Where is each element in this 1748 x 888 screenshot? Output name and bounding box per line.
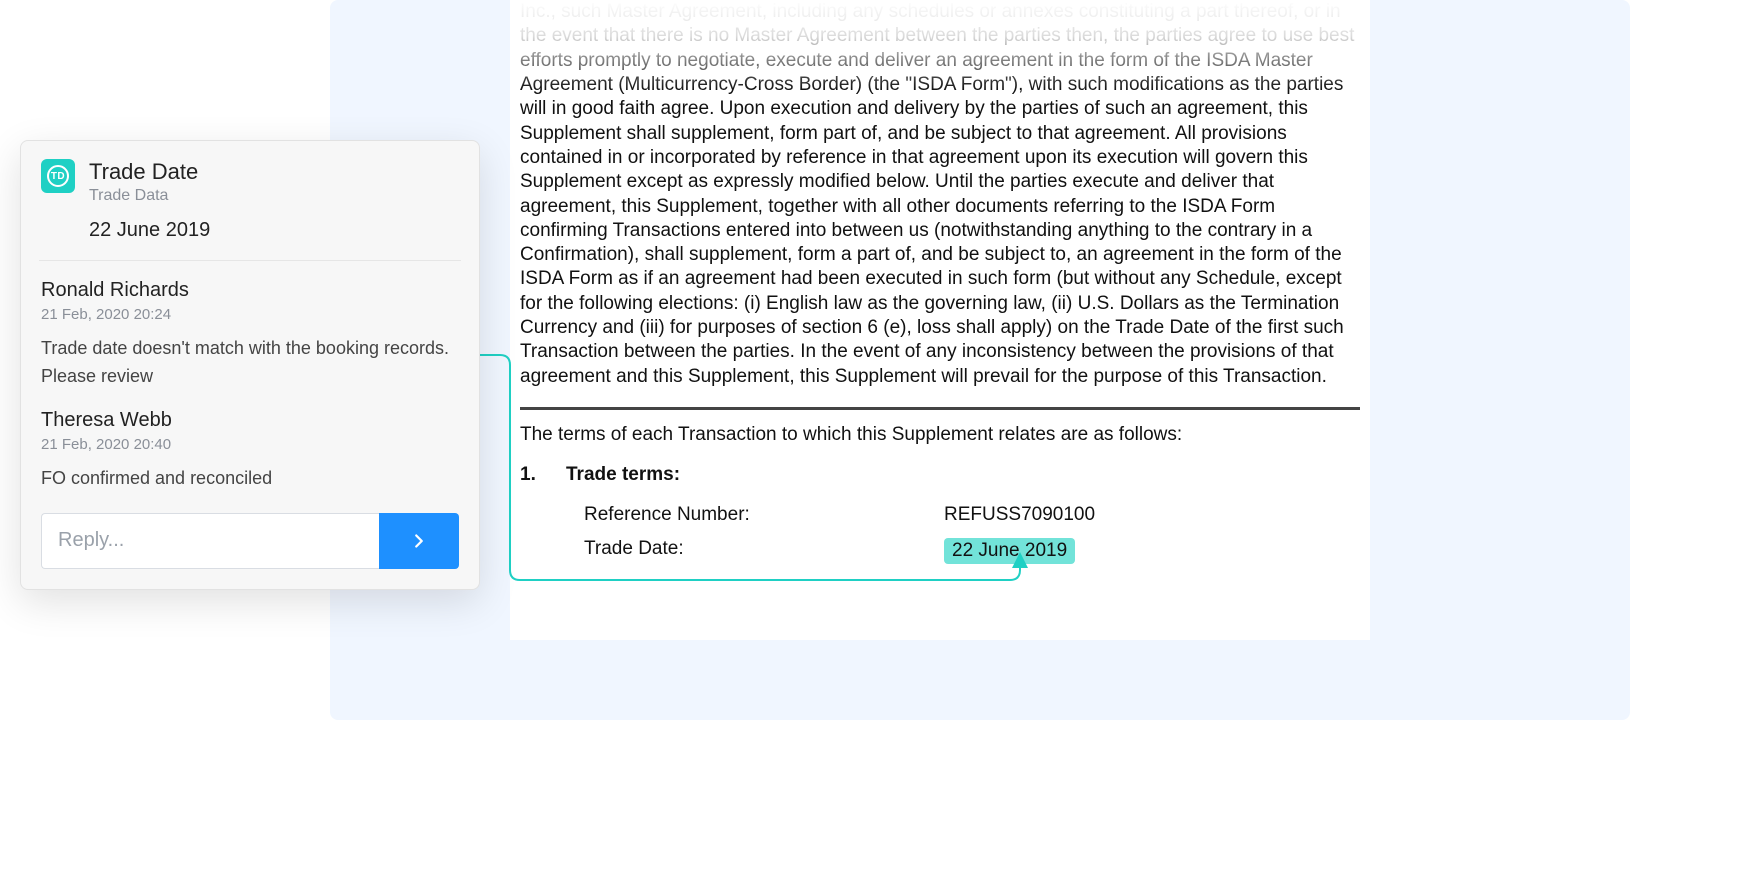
reply-input[interactable] (41, 513, 379, 569)
table-row: Trade Date: 22 June 2019 (584, 532, 1360, 570)
badge-ring: TD (47, 165, 69, 187)
table-value-highlighted: 22 June 2019 (944, 538, 1075, 564)
table-label: Reference Number: (584, 504, 944, 526)
document-divider (520, 407, 1360, 410)
table-row: Reference Number: REFUSS7090100 (584, 498, 1360, 532)
card-subtitle: Trade Data (89, 187, 198, 205)
section-number: 1. (520, 464, 566, 486)
comment-author: Theresa Webb (41, 409, 459, 432)
comment-timestamp: 21 Feb, 2020 20:24 (41, 306, 459, 323)
card-header: TD Trade Date Trade Data (21, 141, 479, 205)
document-viewer: Inc., such Master Agreement, including a… (510, 0, 1370, 640)
comment: Ronald Richards 21 Feb, 2020 20:24 Trade… (21, 261, 479, 391)
terms-intro: The terms of each Transaction to which t… (520, 424, 1360, 446)
comment-timestamp: 21 Feb, 2020 20:40 (41, 436, 459, 453)
card-titles: Trade Date Trade Data (89, 159, 198, 205)
section-heading: Trade terms: (566, 464, 680, 486)
highlight-trade-date: 22 June 2019 (944, 538, 1075, 564)
trade-data-badge-icon: TD (41, 159, 75, 193)
card-title: Trade Date (89, 159, 198, 185)
comment: Theresa Webb 21 Feb, 2020 20:40 FO confi… (21, 391, 479, 493)
table-label: Trade Date: (584, 538, 944, 564)
reply-row (21, 493, 479, 589)
comment-body: Trade date doesn't match with the bookin… (41, 335, 459, 391)
table-value: REFUSS7090100 (944, 504, 1095, 526)
document-paragraph: Inc., such Master Agreement, including a… (520, 0, 1360, 389)
comment-body: FO confirmed and reconciled (41, 465, 459, 493)
send-button[interactable] (379, 513, 459, 569)
section-row: 1. Trade terms: (520, 464, 1360, 486)
chevron-right-icon (408, 530, 430, 552)
comment-author: Ronald Richards (41, 279, 459, 302)
card-field-value: 22 June 2019 (21, 205, 479, 260)
annotation-card: TD Trade Date Trade Data 22 June 2019 Ro… (20, 140, 480, 590)
trade-terms-table: Reference Number: REFUSS7090100 Trade Da… (584, 498, 1360, 570)
